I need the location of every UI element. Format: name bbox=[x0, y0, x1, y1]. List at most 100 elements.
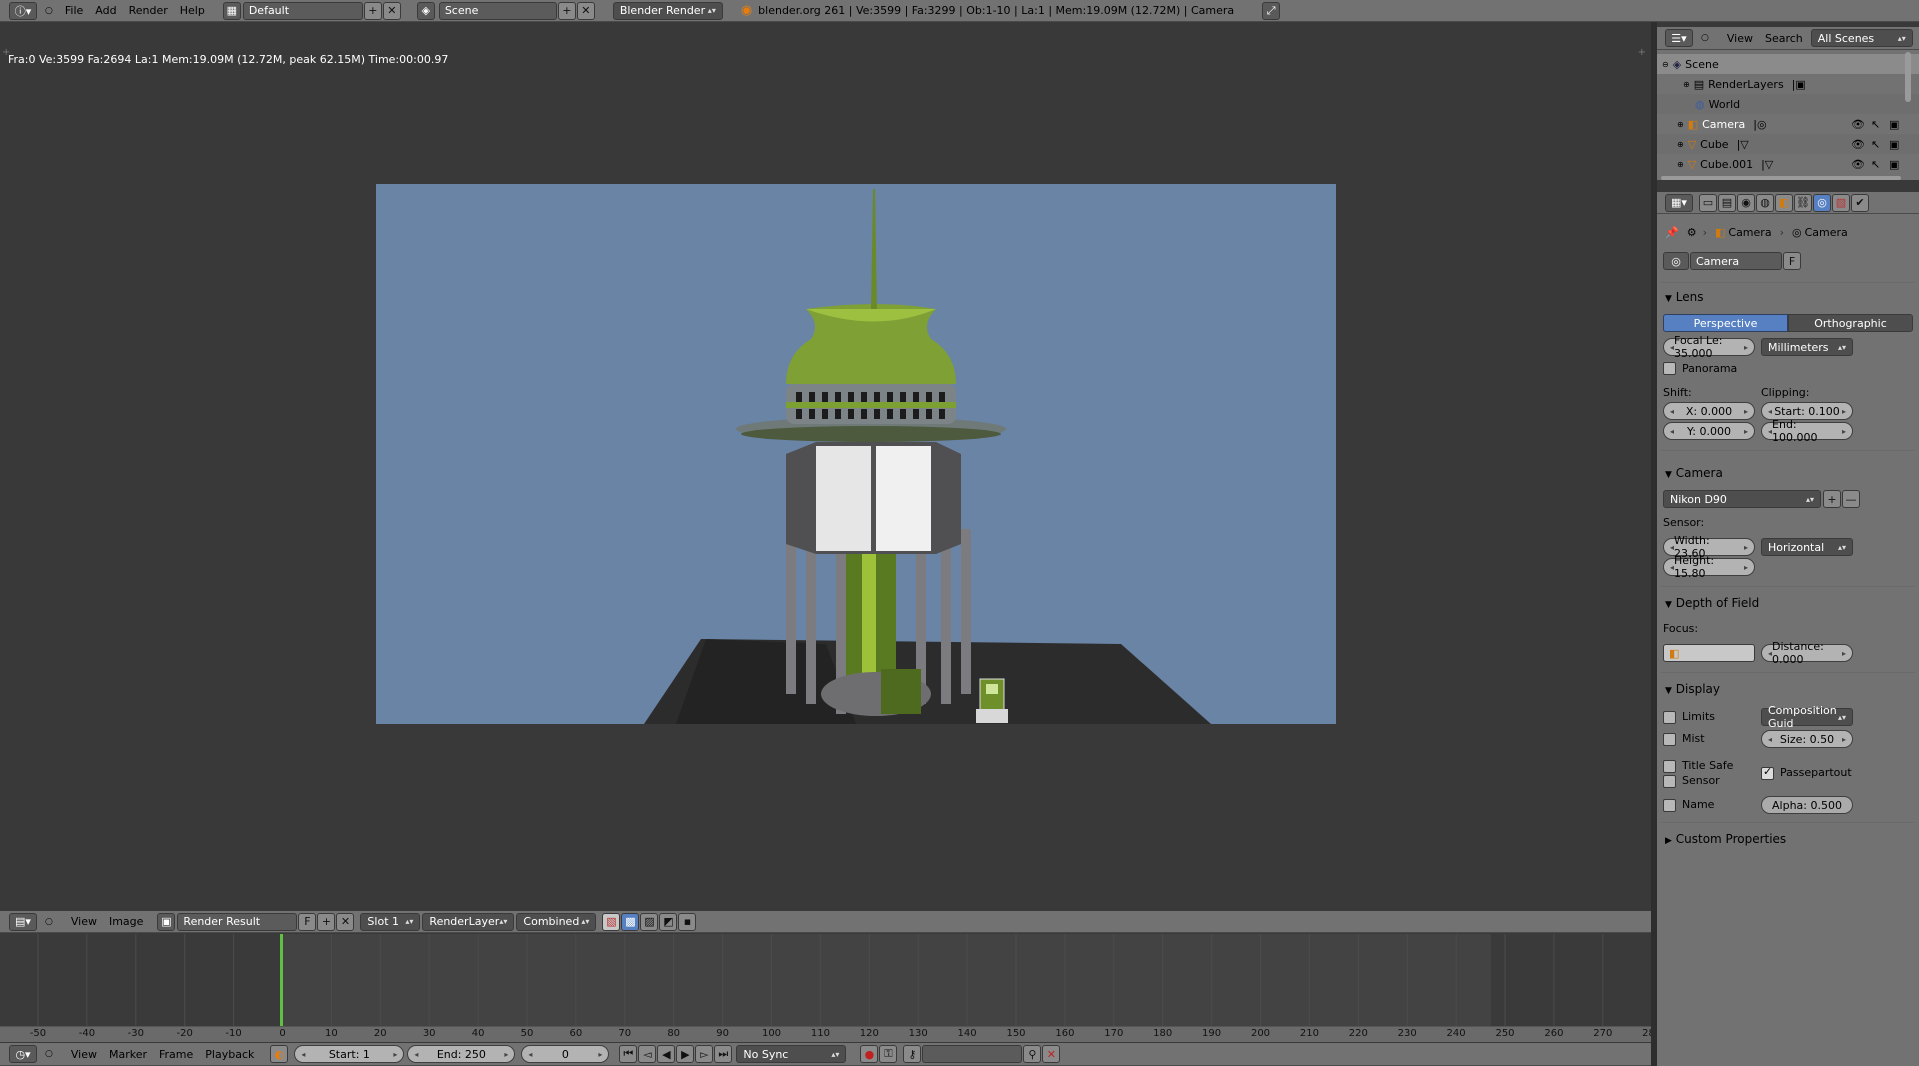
tab-constraints-icon[interactable]: ⛓ bbox=[1794, 193, 1812, 212]
expand-icon[interactable]: ⊕ bbox=[1677, 140, 1684, 149]
screen-layout-icon[interactable]: ▦ bbox=[222, 1, 241, 20]
menu-file[interactable]: File bbox=[59, 4, 89, 17]
orthographic-button[interactable]: Orthographic bbox=[1788, 314, 1913, 332]
outliner-item-camera[interactable]: ⊕ ◧ Camera |◎ 👁 ↖ ▣ bbox=[1657, 114, 1919, 134]
renderability-camera-icon[interactable]: ▣ bbox=[1889, 158, 1899, 171]
render-engine-select[interactable]: Blender Render ▴▾ bbox=[612, 1, 723, 20]
outliner-item-cube[interactable]: ⊕ ▽ Cube |▽ 👁 ↖ ▣ bbox=[1657, 134, 1919, 154]
datablock-browse-icon[interactable]: ◎ bbox=[1663, 252, 1689, 270]
collapse-menu-icon[interactable]: ○ bbox=[45, 6, 53, 16]
selectability-cursor-icon[interactable]: ↖ bbox=[1871, 138, 1880, 151]
timeline-area[interactable]: -50 -40 -30 -20 -10 0 10 20 30 40 50 60 70 80 90 100 110… bbox=[0, 934, 1661, 1042]
panorama-checkbox[interactable] bbox=[1663, 362, 1676, 375]
selectability-cursor-icon[interactable]: ↖ bbox=[1871, 118, 1880, 131]
scene-field[interactable]: Scene bbox=[438, 1, 557, 20]
expand-icon[interactable]: ⊕ bbox=[1683, 80, 1690, 89]
dof-panel-header[interactable]: ▼ Depth of Field bbox=[1665, 596, 1759, 610]
slot-select[interactable]: Slot 1 ▴▾ bbox=[360, 912, 421, 931]
draw-rgb-alpha-icon[interactable]: ▧ bbox=[602, 912, 621, 931]
title-safe-checkbox[interactable] bbox=[1663, 759, 1676, 773]
insert-keyframe-icon[interactable]: ⚲ bbox=[1023, 1045, 1042, 1063]
menu-search[interactable]: Search bbox=[1759, 32, 1809, 45]
renderability-camera-icon[interactable]: ▣ bbox=[1889, 118, 1899, 131]
record-icon[interactable]: ● bbox=[860, 1045, 879, 1063]
info-editor-type-icon[interactable]: ⓘ▾ bbox=[9, 1, 37, 20]
new-image-icon[interactable]: + bbox=[317, 912, 336, 931]
image-name-field[interactable]: Render Result bbox=[177, 912, 298, 931]
expand-icon[interactable]: ⊕ bbox=[1677, 160, 1684, 169]
clip-end-field[interactable]: ◂ End: 100.000 ▸ bbox=[1761, 418, 1853, 444]
menu-marker[interactable]: Marker bbox=[103, 1048, 153, 1061]
add-preset-icon[interactable]: + bbox=[1823, 490, 1841, 508]
outliner-editor-type-icon[interactable]: ☰▾ bbox=[1665, 29, 1693, 47]
sensor-height-field[interactable]: ◂ Height: 15.80 ▸ bbox=[1663, 554, 1755, 580]
selectability-cursor-icon[interactable]: ↖ bbox=[1871, 158, 1880, 171]
image-browse-icon[interactable]: ▣ bbox=[157, 912, 176, 931]
jump-end-icon[interactable]: ⏭ bbox=[714, 1045, 733, 1063]
collapse-menu-icon[interactable]: ○ bbox=[45, 1049, 53, 1059]
start-frame-field[interactable]: ◂ Start: 1 ▸ bbox=[294, 1045, 405, 1063]
pin-icon[interactable]: 📌 bbox=[1665, 226, 1679, 239]
area-split-corner-icon-right[interactable]: + bbox=[1638, 47, 1646, 58]
collapse-menu-icon[interactable]: ○ bbox=[45, 917, 53, 927]
menu-frame[interactable]: Frame bbox=[153, 1048, 199, 1061]
datablock-name-field[interactable]: Camera bbox=[1690, 252, 1782, 270]
menu-view[interactable]: View bbox=[1721, 32, 1759, 45]
remove-preset-icon[interactable]: — bbox=[1842, 490, 1860, 508]
image-editor-type-icon[interactable]: ▤▾ bbox=[9, 912, 37, 931]
draw-channels-icon[interactable]: ▪ bbox=[678, 912, 697, 931]
unlink-image-icon[interactable]: ✕ bbox=[336, 912, 355, 931]
tab-physics-icon[interactable]: ✔ bbox=[1851, 193, 1869, 212]
current-frame-line[interactable] bbox=[280, 934, 283, 1026]
sensor-checkbox[interactable] bbox=[1663, 774, 1676, 788]
menu-view[interactable]: View bbox=[65, 915, 103, 928]
pass-select[interactable]: Combined ▴▾ bbox=[516, 912, 597, 931]
focus-distance-field[interactable]: ◂ Distance: 0.000 ▸ bbox=[1761, 640, 1853, 666]
lens-panel-header[interactable]: ▼ Lens bbox=[1665, 290, 1703, 304]
camera-preset-select[interactable]: Nikon D90 ▴▾ bbox=[1663, 490, 1821, 508]
scene-icon[interactable]: ◈ bbox=[416, 1, 435, 20]
remove-scene-icon[interactable]: ✕ bbox=[576, 1, 595, 20]
passepartout-alpha-field[interactable]: Alpha: 0.500 bbox=[1761, 796, 1853, 814]
draw-rgb-icon[interactable]: ▩ bbox=[621, 912, 640, 931]
keying-set-icon[interactable]: ⚷ bbox=[903, 1045, 922, 1063]
renderability-camera-icon[interactable]: ▣ bbox=[1889, 138, 1899, 151]
visibility-eye-icon[interactable]: 👁 bbox=[1851, 118, 1865, 131]
outliner-item-scene[interactable]: ⊖ ◈ Scene bbox=[1657, 54, 1919, 74]
remove-screen-icon[interactable]: ✕ bbox=[382, 1, 401, 20]
jump-keyframe-forward-icon[interactable]: ▻ bbox=[695, 1045, 714, 1063]
collapse-menu-icon[interactable]: ○ bbox=[1701, 33, 1709, 43]
tab-camera-data-icon[interactable]: ◎ bbox=[1813, 193, 1831, 212]
focus-object-field[interactable]: ◧ bbox=[1663, 644, 1755, 662]
perspective-button[interactable]: Perspective bbox=[1663, 314, 1788, 332]
limits-checkbox[interactable] bbox=[1663, 710, 1676, 724]
delete-keyframe-icon[interactable]: ✕ bbox=[1042, 1045, 1061, 1063]
jump-keyframe-back-icon[interactable]: ◅ bbox=[638, 1045, 657, 1063]
menu-view[interactable]: View bbox=[65, 1048, 103, 1061]
current-frame-field[interactable]: ◂ 0 ▸ bbox=[521, 1045, 610, 1063]
sync-select[interactable]: No Sync ▴▾ bbox=[736, 1045, 847, 1063]
add-screen-icon[interactable]: + bbox=[363, 1, 382, 20]
expand-icon[interactable]: ⊖ bbox=[1662, 60, 1669, 69]
outliner-vscrollbar[interactable] bbox=[1905, 52, 1911, 102]
keying-set-field[interactable] bbox=[922, 1045, 1023, 1063]
tab-texture-icon[interactable]: ▧ bbox=[1832, 193, 1850, 212]
tab-world-icon[interactable]: ◍ bbox=[1756, 193, 1774, 212]
draw-zbuffer-icon[interactable]: ◩ bbox=[659, 912, 678, 931]
tab-render-icon[interactable]: ▭ bbox=[1699, 193, 1717, 212]
expand-icon[interactable]: ⊕ bbox=[1677, 120, 1684, 129]
tab-scene-icon[interactable]: ◉ bbox=[1737, 193, 1755, 212]
fake-user-button[interactable]: F bbox=[298, 912, 317, 931]
custom-props-header[interactable]: ▶ Custom Properties bbox=[1665, 832, 1786, 846]
preview-range-icon[interactable]: ◐ bbox=[270, 1045, 289, 1063]
visibility-eye-icon[interactable]: 👁 bbox=[1851, 138, 1865, 151]
shift-x-field[interactable]: ◂ X: 0.000 ▸ bbox=[1663, 402, 1755, 420]
outliner-item-renderlayers[interactable]: ⊕ ▤ RenderLayers |▣ bbox=[1657, 74, 1919, 94]
jump-start-icon[interactable]: ⏮ bbox=[619, 1045, 638, 1063]
menu-playback[interactable]: Playback bbox=[199, 1048, 260, 1061]
display-panel-header[interactable]: ▼ Display bbox=[1665, 682, 1720, 696]
render-layer-select[interactable]: RenderLayer ▴▾ bbox=[422, 912, 515, 931]
play-reverse-icon[interactable]: ◀ bbox=[657, 1045, 676, 1063]
composition-guides-select[interactable]: Composition Guid ▴▾ bbox=[1761, 704, 1853, 730]
draw-alpha-icon[interactable]: ▨ bbox=[640, 912, 659, 931]
